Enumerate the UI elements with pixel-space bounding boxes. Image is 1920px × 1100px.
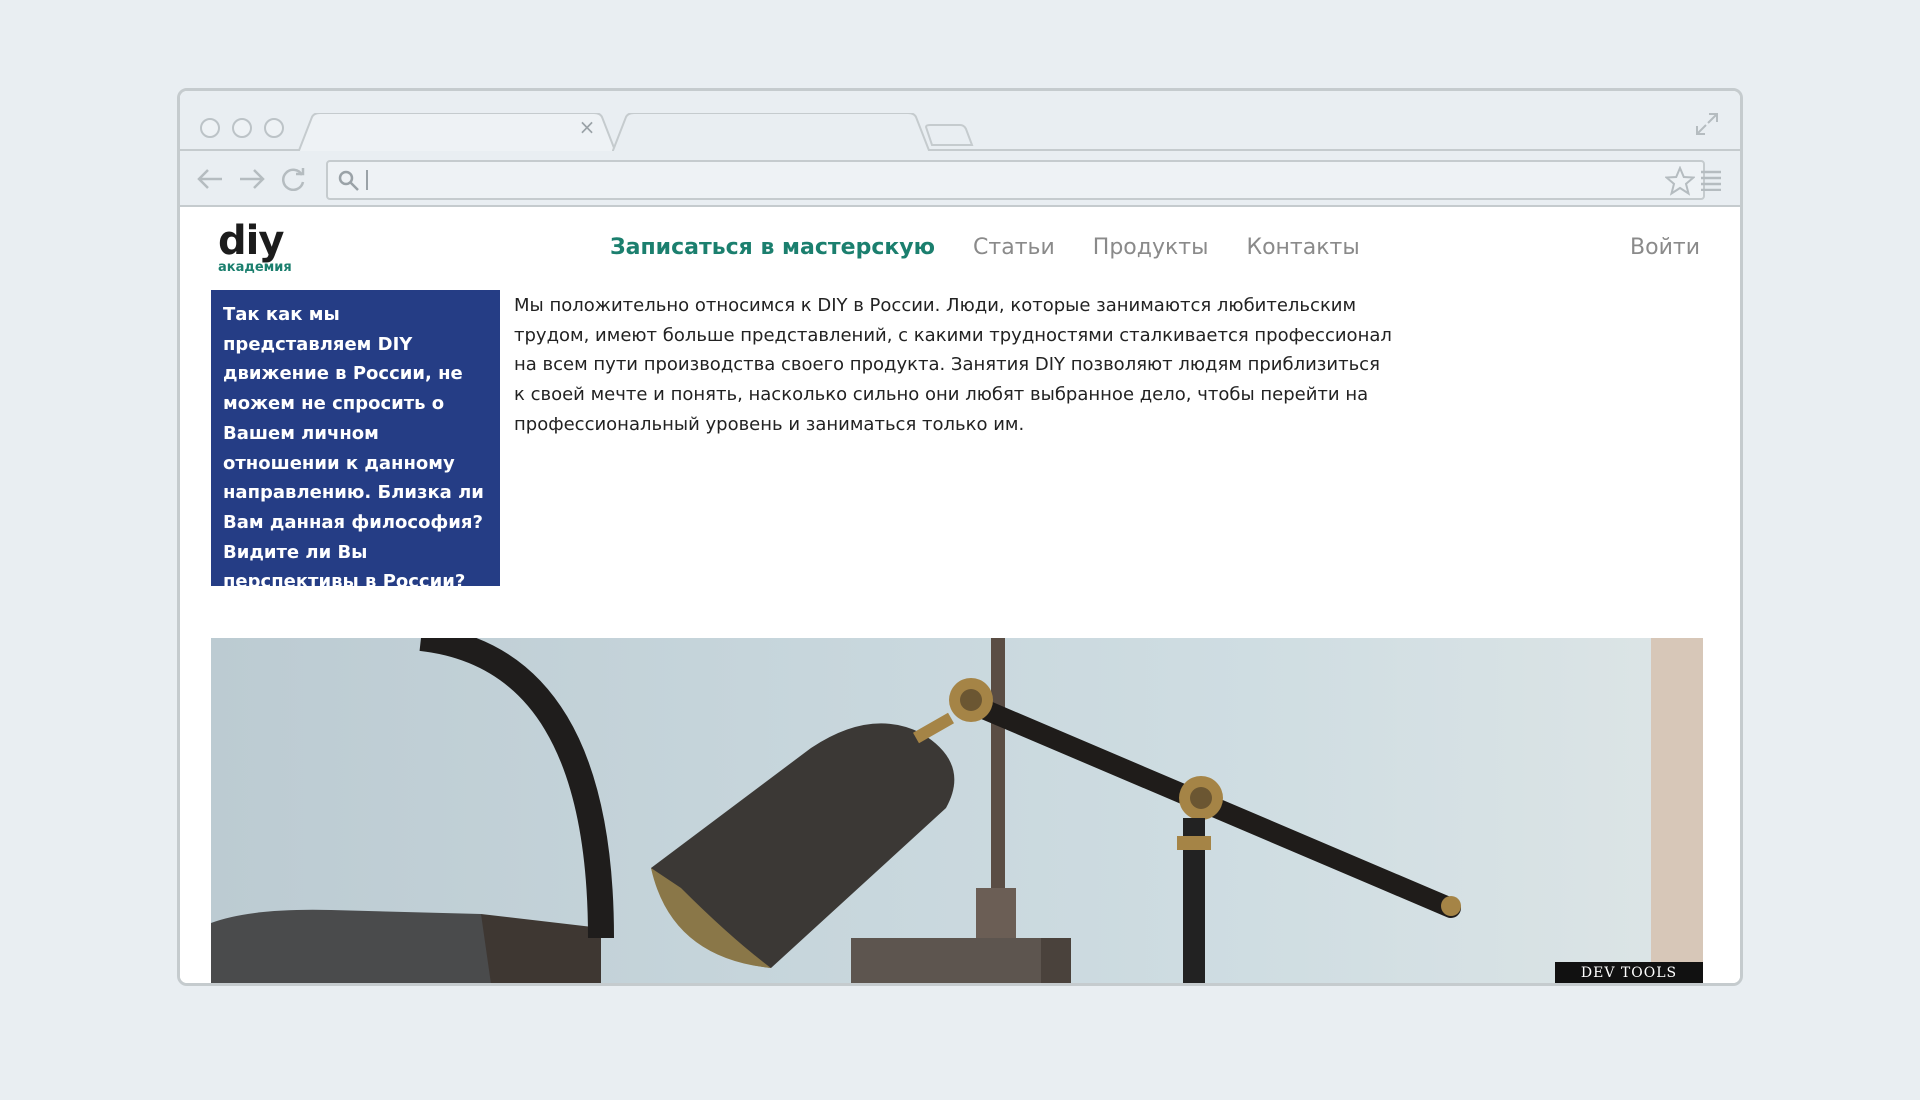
tab-inactive[interactable] [612, 113, 930, 153]
nav-item-workshop[interactable]: Записаться в мастерскую [610, 235, 935, 260]
nav-item-contacts[interactable]: Контакты [1246, 235, 1359, 260]
maximize-window-button[interactable] [264, 118, 284, 138]
devtools-badge[interactable]: DEV TOOLS [1555, 962, 1703, 983]
expand-icon[interactable] [1694, 111, 1720, 137]
answer-line: на всем пути производства своего продукт… [514, 354, 1380, 376]
address-bar[interactable] [326, 160, 1705, 200]
logo-main-text: diy [218, 218, 284, 264]
browser-toolbar [180, 151, 1740, 207]
search-icon [338, 170, 360, 192]
close-icon[interactable]: × [575, 115, 599, 139]
tab-bar: × [180, 91, 1740, 153]
lamp-photo: DEV TOOLS [211, 638, 1703, 983]
menu-icon[interactable] [1700, 169, 1722, 192]
answer-line: Мы положительно относимся к DIY в России… [514, 295, 1357, 316]
star-icon[interactable] [1663, 165, 1697, 196]
site-logo[interactable]: diy академия [218, 219, 292, 275]
minimize-window-button[interactable] [232, 118, 252, 138]
nav-item-products[interactable]: Продукты [1093, 235, 1209, 260]
address-input[interactable] [368, 166, 1648, 194]
browser-window: × diy академия Записаться в мастерскую С… [177, 88, 1743, 986]
close-window-button[interactable] [200, 118, 220, 138]
web-page: diy академия Записаться в мастерскую Ста… [180, 207, 1740, 983]
reload-icon[interactable] [280, 167, 308, 192]
logo-sub-text: академия [218, 260, 292, 275]
main-nav: Записаться в мастерскую Статьи Продукты … [610, 235, 1360, 260]
new-tab-button[interactable] [920, 113, 976, 151]
nav-item-articles[interactable]: Статьи [973, 235, 1055, 260]
answer-line: трудом, имеют больше представлений, с ка… [514, 324, 1392, 346]
login-link[interactable]: Войти [1630, 235, 1700, 260]
answer-line: к своей мечте и понять, насколько сильно… [514, 384, 1369, 406]
back-arrow-icon[interactable] [196, 167, 224, 191]
interview-question: Так как мы представляем DIY движение в Р… [211, 290, 500, 592]
interview-answer: Мы положительно относимся к DIY в России… [514, 291, 1414, 440]
answer-line: профессиональный уровень и заниматься то… [514, 413, 1025, 435]
forward-arrow-icon[interactable] [238, 167, 266, 191]
tab-active[interactable] [298, 113, 616, 153]
